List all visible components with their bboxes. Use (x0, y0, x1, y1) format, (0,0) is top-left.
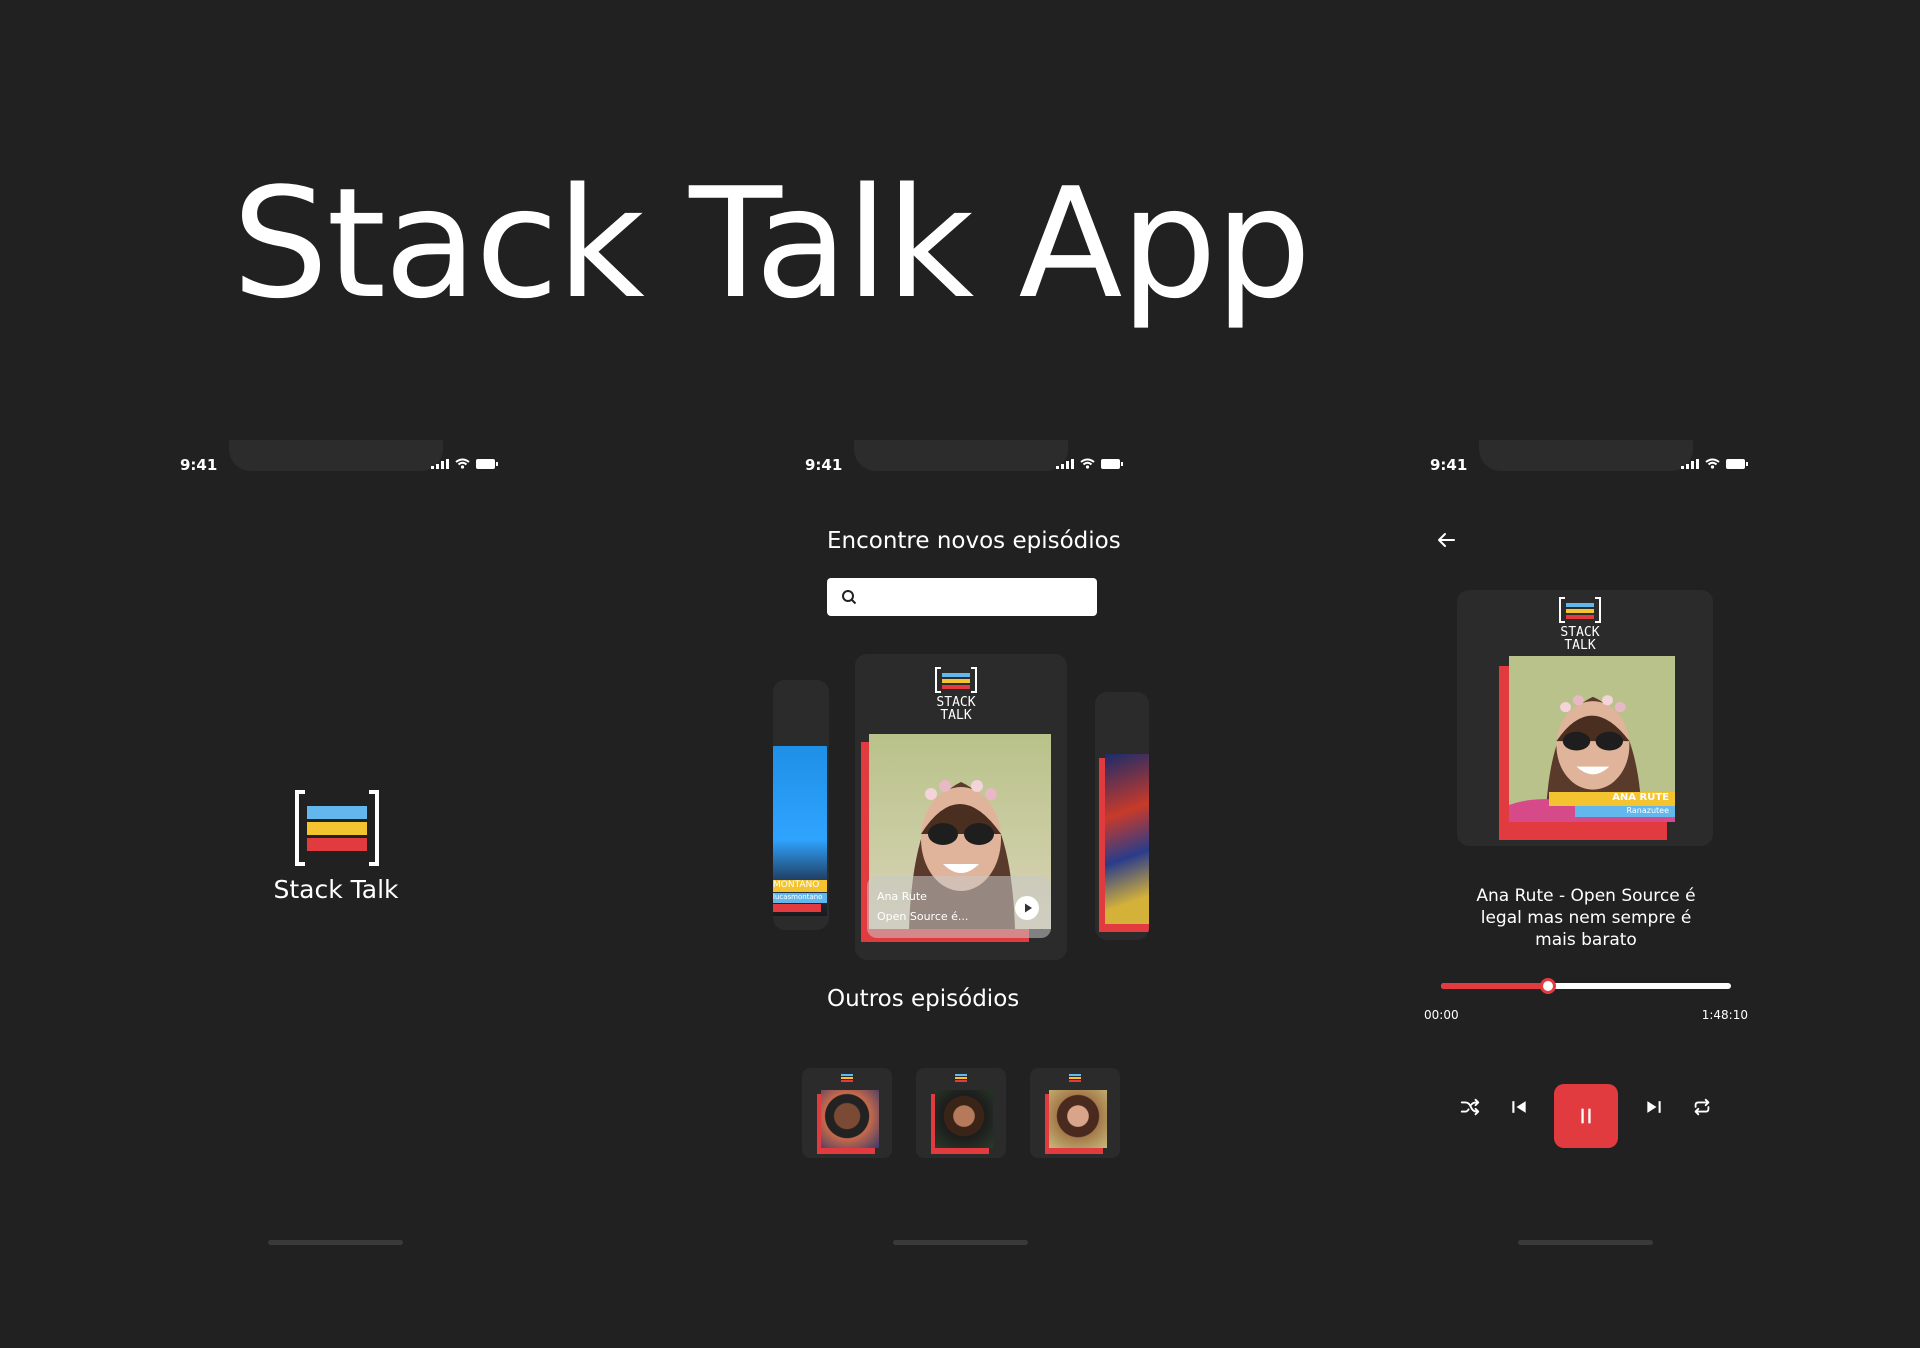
episode-title: Ana Rute - Open Source é legal mas nem s… (1476, 886, 1696, 950)
skip-previous-icon (1512, 1101, 1526, 1113)
hero-title: Stack Talk App (232, 155, 1311, 332)
thumb-host-photo (821, 1090, 879, 1148)
home-indicator (268, 1240, 403, 1245)
carousel-card-featured[interactable]: STACK TALK Ana Rute Open Source é... (855, 654, 1067, 960)
episode-cover: STACK TALK ANA RUTE Ranazutee (1457, 590, 1713, 846)
stack-talk-logo (295, 790, 379, 866)
card-name: MONTANO (773, 880, 820, 890)
signal-icon (431, 458, 449, 469)
home-indicator (893, 1240, 1028, 1245)
play-button[interactable] (1015, 896, 1039, 920)
phone-notch (1479, 440, 1693, 471)
episode-thumbnail-2[interactable] (916, 1068, 1006, 1158)
status-icons (1681, 458, 1748, 469)
carousel-card-next[interactable] (1095, 692, 1149, 940)
search-input[interactable] (865, 578, 1089, 616)
episode-carousel[interactable]: MONTANO lucasmontano STACK TALK Ana Rute… (773, 654, 1149, 964)
cover-name: ANA RUTE (1612, 792, 1669, 803)
signal-icon (1681, 458, 1699, 469)
wifi-icon (455, 458, 470, 469)
splash-app-name: Stack Talk (273, 875, 399, 904)
card-handle: lucasmontano (773, 893, 823, 901)
status-time: 9:41 (180, 456, 218, 474)
pause-button[interactable] (1554, 1084, 1618, 1148)
other-episodes-heading: Outros episódios (827, 986, 1020, 1012)
status-time: 9:41 (805, 456, 843, 474)
progress-fill (1441, 983, 1549, 989)
shuffle-icon (1460, 1098, 1480, 1116)
cover-handle-strip: Ranazutee (1575, 806, 1675, 817)
stack-talk-logo (955, 1074, 967, 1082)
thumb-host-photo (1049, 1090, 1107, 1148)
signal-icon (1056, 458, 1074, 469)
episode-thumbnail-1[interactable] (802, 1068, 892, 1158)
phone-notch (229, 440, 443, 471)
featured-host-name: Ana Rute (877, 890, 927, 903)
cover-handle: Ranazutee (1626, 806, 1669, 815)
phone-splash: 9:41 Stack Talk (160, 440, 512, 1250)
stack-talk-logo: STACK TALK (935, 667, 977, 722)
phone-player: 9:41 STACK TALK ANA RUTE Ranazutee Ana R… (1410, 440, 1762, 1250)
thumb-host-photo (935, 1090, 993, 1148)
home-indicator (1518, 1240, 1653, 1245)
card-name-strip: MONTANO (773, 880, 827, 892)
status-icons (431, 458, 498, 469)
phone-discover: 9:41 Encontre novos episódios MONTANO lu… (773, 440, 1149, 1250)
episode-thumbnail-3[interactable] (1030, 1068, 1120, 1158)
featured-episode-overlay[interactable]: Ana Rute Open Source é... (867, 876, 1051, 938)
battery-icon (476, 458, 498, 469)
skip-previous-button[interactable] (1504, 1092, 1534, 1122)
skip-next-button[interactable] (1639, 1092, 1669, 1122)
back-arrow-icon[interactable] (1434, 528, 1458, 552)
progress-knob[interactable] (1540, 978, 1557, 994)
skip-next-icon (1647, 1101, 1661, 1113)
stack-talk-logo (841, 1074, 853, 1082)
battery-icon (1726, 458, 1748, 469)
stack-talk-logo (1069, 1074, 1081, 1082)
svg-text:TALK: TALK (940, 708, 971, 722)
card-red-strip (773, 904, 821, 912)
repeat-button[interactable] (1687, 1092, 1717, 1122)
status-icons (1056, 458, 1123, 469)
phone-notch (854, 440, 1068, 471)
wifi-icon (1080, 458, 1095, 469)
search-icon (842, 590, 857, 605)
wifi-icon (1705, 458, 1720, 469)
search-bar[interactable] (827, 578, 1097, 616)
svg-text:TALK: TALK (1564, 638, 1595, 652)
discover-heading: Encontre novos episódios (827, 528, 1121, 554)
stack-talk-logo: STACK TALK (1559, 597, 1601, 652)
pause-icon (1581, 1108, 1591, 1124)
carousel-card-prev[interactable]: MONTANO lucasmontano (773, 680, 829, 930)
shuffle-button[interactable] (1455, 1092, 1485, 1122)
featured-episode-title: Open Source é... (877, 910, 969, 923)
card-handle-strip: lucasmontano (773, 893, 827, 903)
cover-name-strip: ANA RUTE (1549, 792, 1675, 806)
status-time: 9:41 (1430, 456, 1468, 474)
time-total: 1:48:10 (1701, 1008, 1748, 1022)
battery-icon (1101, 458, 1123, 469)
progress-slider[interactable] (1441, 978, 1731, 994)
play-icon (1025, 903, 1032, 913)
card-photo (1105, 754, 1149, 924)
time-current: 00:00 (1424, 1008, 1459, 1022)
repeat-icon (1694, 1098, 1710, 1116)
